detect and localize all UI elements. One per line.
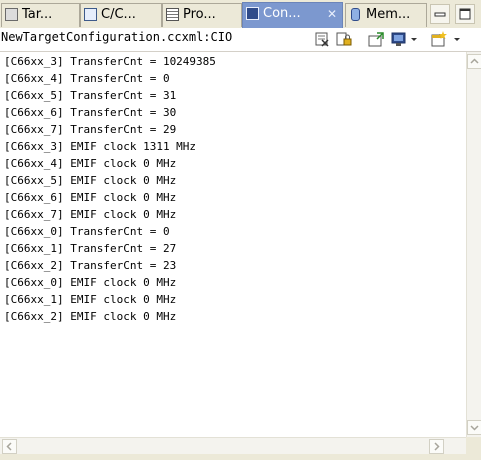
close-icon[interactable]: ✕ — [327, 3, 337, 25]
clear-console-button[interactable] — [314, 31, 330, 47]
display-console-dropdown[interactable] — [409, 31, 419, 47]
scrollbar-corner — [466, 437, 481, 454]
memory-icon — [351, 8, 360, 21]
console-line: [C66xx_5] TransferCnt = 31 — [4, 89, 177, 102]
console-line: [C66xx_1] TransferCnt = 27 — [4, 242, 177, 255]
tab-label: Pro... — [183, 7, 216, 22]
maximize-icon — [459, 8, 471, 20]
scroll-left-button[interactable] — [2, 439, 17, 454]
console-line: [C66xx_2] EMIF clock 0 MHz — [4, 310, 177, 323]
properties-icon — [166, 8, 179, 21]
tab-memory[interactable]: Mem... — [345, 3, 427, 27]
vertical-scrollbar[interactable] — [466, 52, 481, 437]
tab-console[interactable]: Con... ✕ — [242, 2, 343, 28]
console-title: NewTargetConfiguration.ccxml:CIO — [1, 30, 233, 44]
console-line: [C66xx_0] TransferCnt = 0 — [4, 225, 170, 238]
console-line: [C66xx_7] TransferCnt = 29 — [4, 123, 177, 136]
console-line: [C66xx_7] EMIF clock 0 MHz — [4, 208, 177, 221]
tab-cpp-projects[interactable]: C/C... — [80, 3, 162, 27]
tab-label: Mem... — [366, 7, 411, 22]
tab-properties[interactable]: Pro... — [162, 3, 242, 27]
pin-console-button[interactable] — [368, 31, 384, 47]
console-line: [C66xx_1] EMIF clock 0 MHz — [4, 293, 177, 306]
minimize-button[interactable] — [430, 4, 450, 24]
open-console-dropdown[interactable] — [452, 31, 462, 47]
tab-target[interactable]: Tar... — [1, 3, 80, 27]
console-line: [C66xx_0] EMIF clock 0 MHz — [4, 276, 177, 289]
console-line: [C66xx_3] EMIF clock 1311 MHz — [4, 140, 197, 153]
console-icon — [246, 7, 259, 20]
pin-console-icon — [368, 32, 384, 47]
scroll-down-button[interactable] — [467, 420, 481, 435]
console-line: [C66xx_5] EMIF clock 0 MHz — [4, 174, 177, 187]
console-line: [C66xx_4] EMIF clock 0 MHz — [4, 157, 177, 170]
console-line: [C66xx_6] TransferCnt = 30 — [4, 106, 177, 119]
console-line: [C66xx_6] EMIF clock 0 MHz — [4, 191, 177, 204]
tab-label: C/C... — [101, 7, 136, 22]
clear-console-icon — [315, 32, 329, 47]
scroll-lock-button[interactable] — [336, 31, 352, 47]
maximize-button[interactable] — [455, 4, 475, 24]
minimize-icon — [434, 12, 446, 17]
view-tab-bar: Tar... C/C... Pro... Con... ✕ Mem... — [0, 0, 481, 29]
tab-label: Con... — [263, 6, 301, 21]
horizontal-scrollbar[interactable] — [0, 437, 466, 454]
chevron-up-icon — [470, 58, 479, 64]
console-line: [C66xx_4] TransferCnt = 0 — [4, 72, 170, 85]
scroll-up-button[interactable] — [467, 54, 481, 69]
bottom-edge — [0, 454, 481, 460]
console-output[interactable]: [C66xx_3] TransferCnt = 10249385 [C66xx_… — [0, 52, 466, 437]
chevron-down-icon — [411, 38, 417, 41]
chevron-right-icon — [434, 442, 440, 451]
scroll-lock-icon — [336, 32, 352, 46]
tab-label: Tar... — [22, 7, 53, 22]
open-console-icon — [431, 31, 447, 47]
chevron-left-icon — [6, 442, 12, 451]
display-console-button[interactable] — [391, 31, 407, 47]
display-console-icon — [391, 32, 406, 46]
open-console-button[interactable] — [431, 31, 447, 47]
chevron-down-icon — [470, 425, 479, 431]
console-line: [C66xx_3] TransferCnt = 10249385 — [4, 55, 216, 68]
scroll-right-button[interactable] — [429, 439, 444, 454]
console-toolbar: NewTargetConfiguration.ccxml:CIO — [0, 28, 481, 52]
target-icon — [5, 8, 18, 21]
console-line: [C66xx_2] TransferCnt = 23 — [4, 259, 177, 272]
chevron-down-icon — [454, 38, 460, 41]
cpp-project-icon — [84, 8, 97, 21]
